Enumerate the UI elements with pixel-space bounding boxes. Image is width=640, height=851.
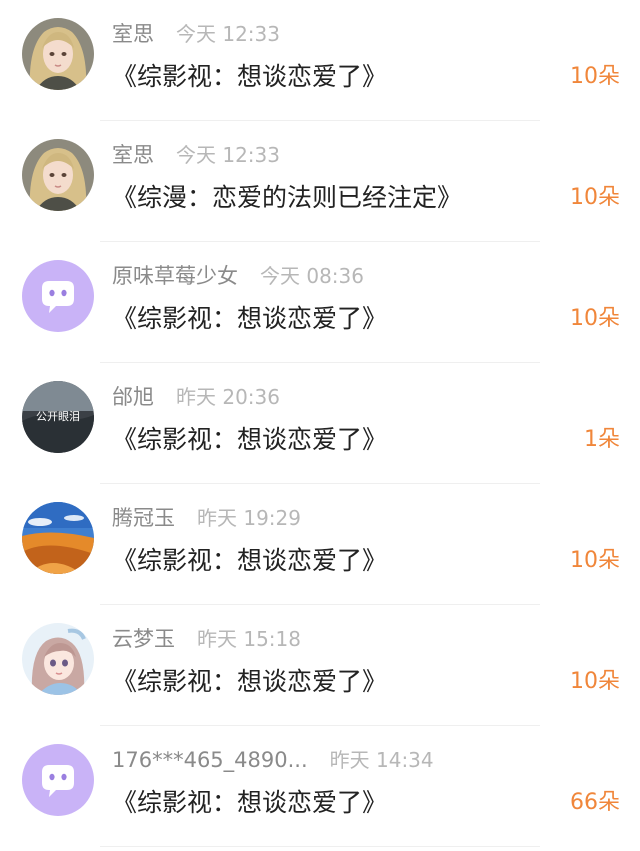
timestamp: 今天 12:33 [176, 22, 280, 46]
flower-count: 10朵 [570, 306, 620, 331]
avatar[interactable] [22, 744, 94, 816]
list-item[interactable]: 原味草莓少女 今天 08:36 《综影视：想谈恋爱了》 10朵 [0, 242, 640, 363]
default-chat-avatar-icon [22, 260, 94, 332]
book-title[interactable]: 《综影视：想谈恋爱了》 [112, 785, 387, 821]
list-item[interactable]: 公开眼泪 邰旭 昨天 20:36 《综影视：想谈恋爱了》 1朵 [0, 363, 640, 484]
avatar[interactable]: 公开眼泪 [22, 381, 94, 453]
book-title[interactable]: 《综影视：想谈恋爱了》 [112, 301, 387, 337]
user-name[interactable]: 腾冠玉 [112, 506, 175, 530]
timestamp: 今天 08:36 [260, 264, 364, 288]
user-name[interactable]: 室思 [112, 22, 154, 46]
book-title[interactable]: 《综影视：想谈恋爱了》 [112, 543, 387, 579]
list-item[interactable]: 176***465_4890... 昨天 14:34 《综影视：想谈恋爱了》 66… [0, 726, 640, 847]
flower-count: 1朵 [584, 427, 620, 452]
divider [100, 846, 540, 847]
timestamp: 昨天 20:36 [176, 385, 280, 409]
timestamp: 昨天 15:18 [197, 627, 301, 651]
default-chat-avatar-icon [22, 744, 94, 816]
user-name[interactable]: 原味草莓少女 [112, 264, 238, 288]
user-name[interactable]: 176***465_4890... [112, 748, 308, 772]
timestamp: 昨天 14:34 [329, 748, 434, 772]
anime-girl-avatar-icon [22, 623, 94, 695]
list-item[interactable]: 腾冠玉 昨天 19:29 《综影视：想谈恋爱了》 10朵 [0, 484, 640, 605]
desert-avatar-icon [22, 502, 94, 574]
book-title[interactable]: 《综漫：恋爱的法则已经注定》 [112, 180, 462, 216]
avatar[interactable] [22, 260, 94, 332]
flower-count: 10朵 [570, 548, 620, 573]
flower-count: 10朵 [570, 64, 620, 89]
girl-portrait-avatar-icon [22, 139, 94, 211]
landscape-avatar-icon: 公开眼泪 [22, 381, 94, 453]
flower-count: 10朵 [570, 669, 620, 694]
gift-record-list: 室思 今天 12:33 《综影视：想谈恋爱了》 10朵 室思 今天 12:33 《综… [0, 0, 640, 851]
list-item[interactable]: 室思 今天 12:33 《综影视：想谈恋爱了》 10朵 [0, 0, 640, 121]
book-title[interactable]: 《综影视：想谈恋爱了》 [112, 422, 387, 458]
user-name[interactable]: 云梦玉 [112, 627, 175, 651]
avatar[interactable] [22, 623, 94, 695]
list-item[interactable]: 云梦玉 昨天 15:18 《综影视：想谈恋爱了》 10朵 [0, 605, 640, 726]
book-title[interactable]: 《综影视：想谈恋爱了》 [112, 664, 387, 700]
timestamp: 昨天 19:29 [197, 506, 301, 530]
user-name[interactable]: 邰旭 [112, 385, 154, 409]
avatar[interactable] [22, 18, 94, 90]
user-name[interactable]: 室思 [112, 143, 154, 167]
avatar[interactable] [22, 139, 94, 211]
book-title[interactable]: 《综影视：想谈恋爱了》 [112, 59, 387, 95]
flower-count: 66朵 [570, 790, 620, 815]
list-item[interactable]: 室思 今天 12:33 《综漫：恋爱的法则已经注定》 10朵 [0, 121, 640, 242]
flower-count: 10朵 [570, 185, 620, 210]
timestamp: 今天 12:33 [176, 143, 280, 167]
girl-portrait-avatar-icon [22, 18, 94, 90]
avatar[interactable] [22, 502, 94, 574]
avatar-caption: 公开眼泪 [36, 410, 80, 423]
